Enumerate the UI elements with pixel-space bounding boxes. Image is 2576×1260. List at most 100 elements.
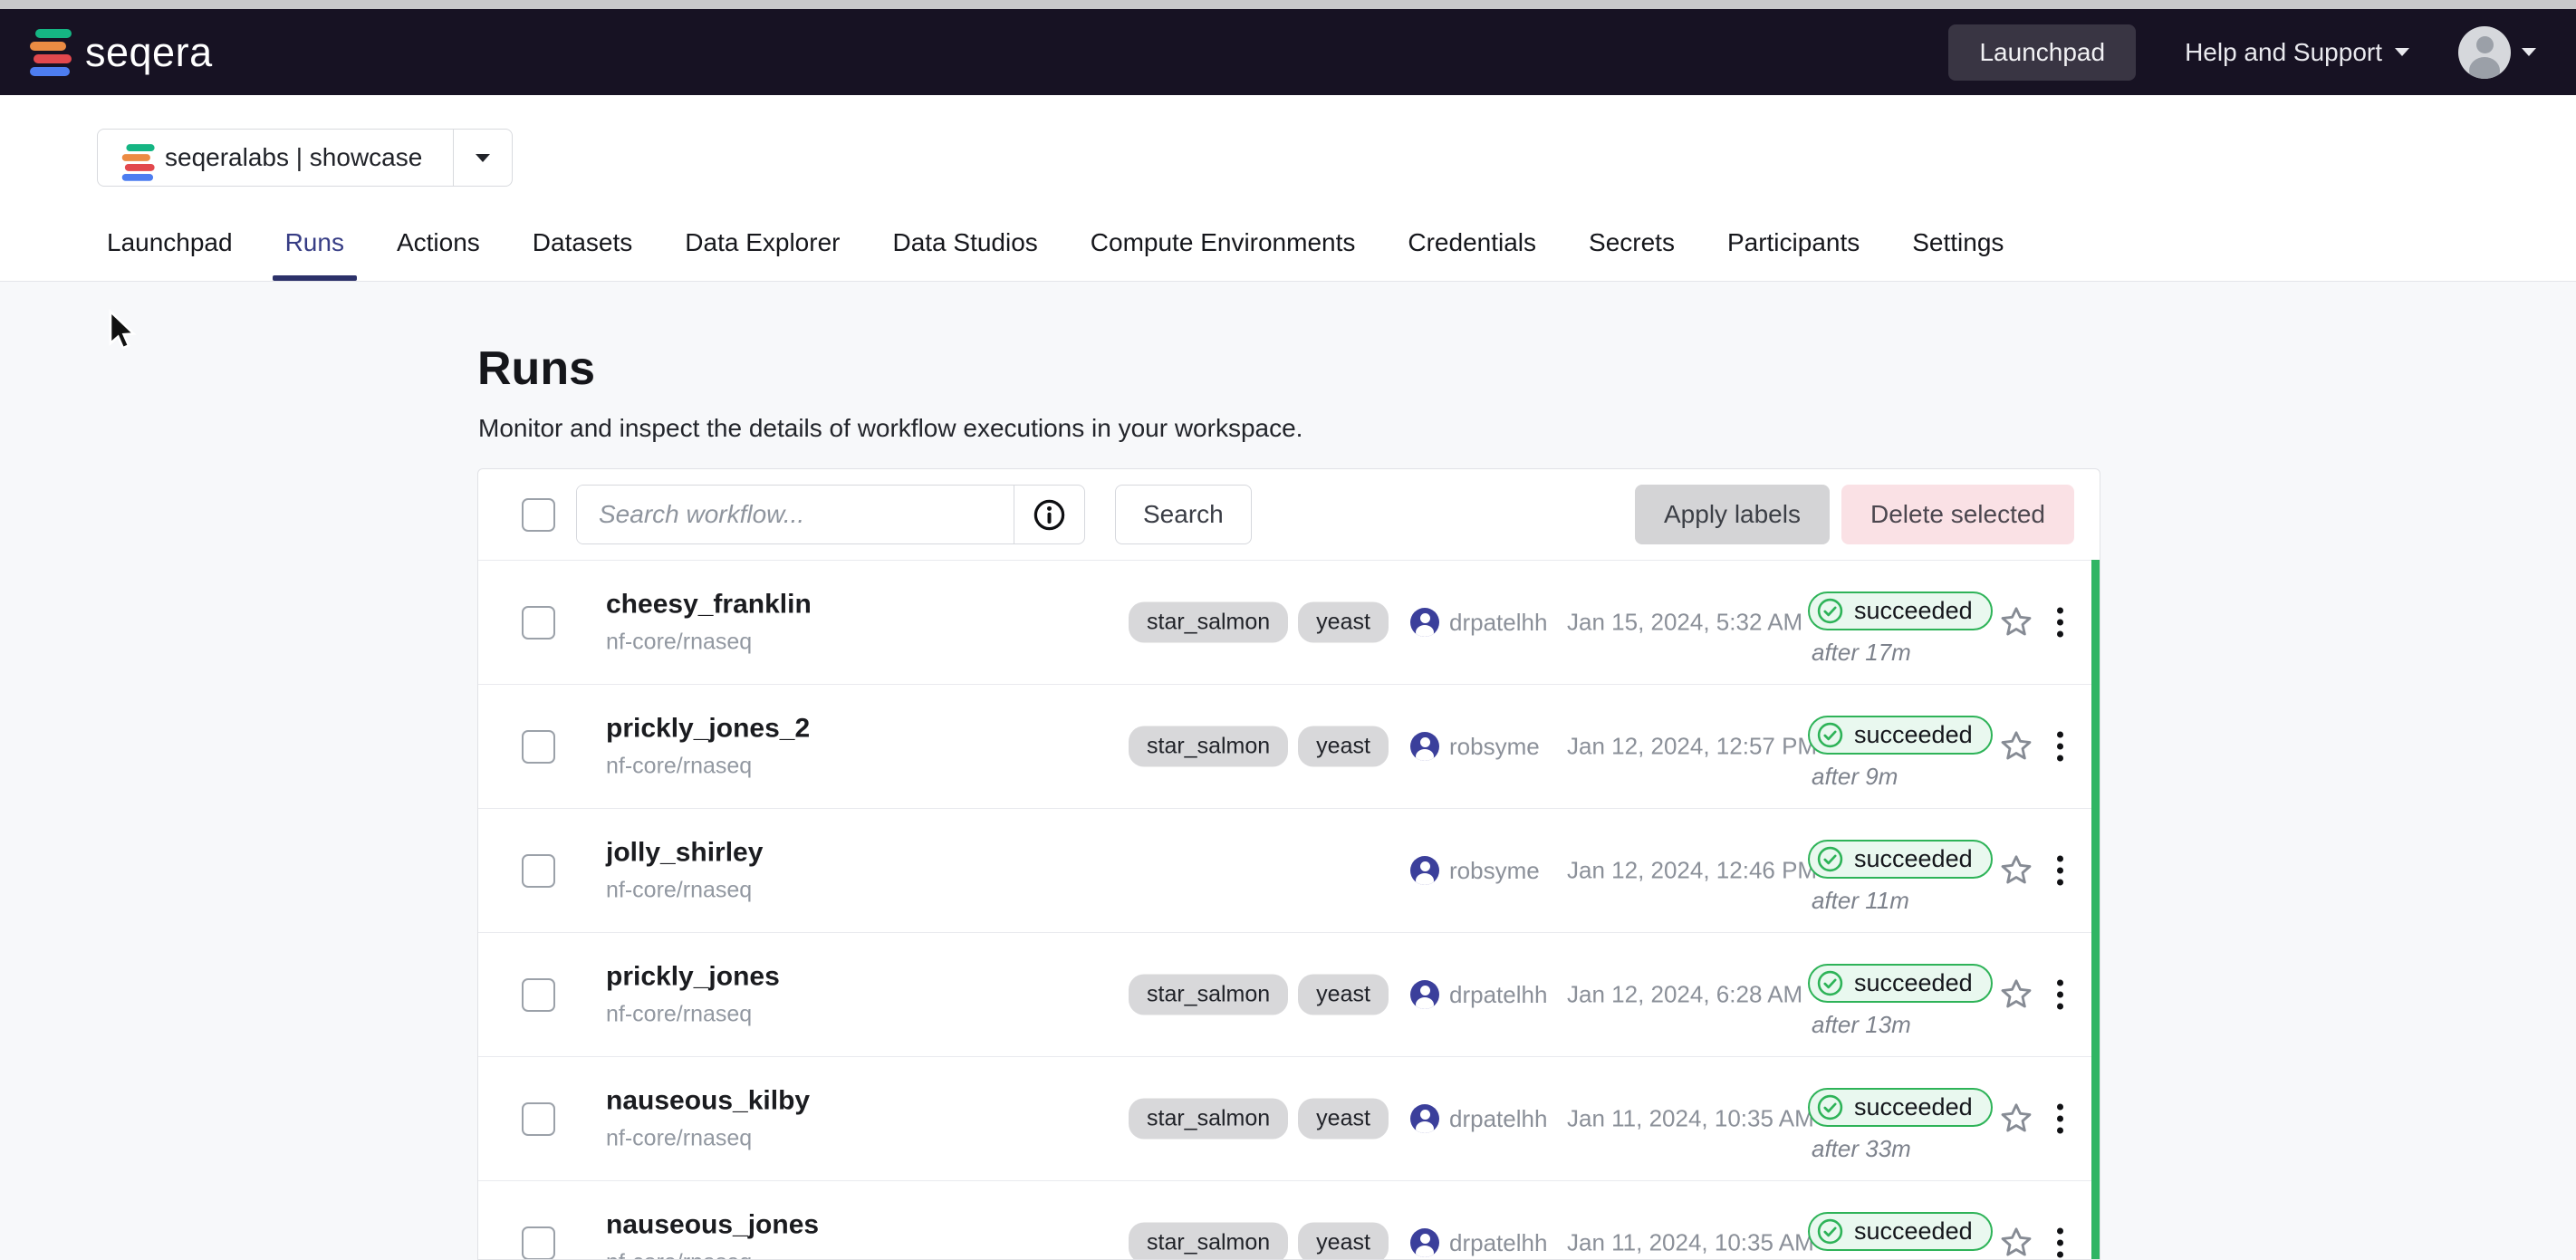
page-subtitle: Monitor and inspect the details of workf…	[478, 414, 1302, 443]
brand[interactable]: seqera	[29, 27, 213, 78]
run-name-block: jolly_shirley nf-core/rnaseq	[606, 838, 763, 904]
star-icon	[1998, 976, 2034, 1013]
delete-selected-button[interactable]: Delete selected	[1841, 485, 2074, 544]
run-pipeline: nf-core/rnaseq	[606, 1126, 810, 1152]
mouse-cursor	[101, 309, 145, 357]
run-name[interactable]: prickly_jones	[606, 962, 780, 993]
status-label: succeeded	[1854, 597, 1973, 625]
row-checkbox[interactable]	[522, 1226, 555, 1260]
star-button[interactable]	[1998, 604, 2034, 640]
run-row[interactable]: jolly_shirley nf-core/rnaseq robsyme Jan…	[478, 808, 2100, 932]
run-status-block: succeeded after 9m	[1808, 716, 1993, 791]
row-checkbox[interactable]	[522, 606, 555, 640]
run-name-block: nauseous_kilby nf-core/rnaseq	[606, 1086, 810, 1152]
status-duration: after 17m	[1808, 639, 1993, 667]
workspace-name: seqeralabs | showcase	[165, 143, 422, 172]
tabs: Launchpad Runs Actions Datasets Data Explore…	[107, 228, 2004, 281]
search-button[interactable]: Search	[1115, 485, 1252, 544]
user-name: drpatelhh	[1449, 609, 1547, 637]
user-icon	[1410, 732, 1439, 761]
page-title: Runs	[477, 341, 595, 396]
run-date: Jan 12, 2024, 12:46 PM	[1567, 857, 1817, 885]
row-menu-button[interactable]	[2052, 1223, 2069, 1260]
seqera-logo-icon	[29, 27, 72, 78]
search-input-group	[576, 485, 1085, 544]
run-labels: star_salmonyeast	[1129, 602, 1389, 643]
label-pill: star_salmon	[1129, 1099, 1288, 1140]
search-info-button[interactable]	[1014, 486, 1084, 543]
tab-compute-environments[interactable]: Compute Environments	[1091, 228, 1356, 281]
tab-data-studios[interactable]: Data Studios	[892, 228, 1037, 281]
avatar[interactable]	[2458, 26, 2511, 79]
tab-runs[interactable]: Runs	[285, 228, 344, 281]
star-button[interactable]	[1998, 852, 2034, 889]
row-menu-button[interactable]	[2052, 851, 2069, 891]
main-content: Runs Monitor and inspect the details of …	[0, 282, 2576, 1259]
row-menu-button[interactable]	[2052, 975, 2069, 1015]
star-button[interactable]	[1998, 976, 2034, 1013]
run-name-block: nauseous_jones nf-core/rnaseq	[606, 1210, 819, 1260]
tab-launchpad[interactable]: Launchpad	[107, 228, 233, 281]
check-circle-icon	[1816, 969, 1844, 997]
tab-participants[interactable]: Participants	[1727, 228, 1860, 281]
row-menu-button[interactable]	[2052, 1099, 2069, 1140]
subheader: seqeralabs | showcase Launchpad Runs Actio…	[0, 95, 2576, 282]
select-all-checkbox[interactable]	[522, 498, 555, 532]
user-menu[interactable]	[2458, 26, 2536, 79]
tab-settings[interactable]: Settings	[1912, 228, 2004, 281]
row-checkbox[interactable]	[522, 978, 555, 1012]
search-input[interactable]	[577, 486, 1014, 543]
check-circle-icon	[1816, 721, 1844, 749]
workspace-dropdown-toggle[interactable]	[454, 130, 512, 186]
launchpad-button[interactable]: Launchpad	[1948, 24, 2136, 81]
tab-actions[interactable]: Actions	[397, 228, 480, 281]
run-row[interactable]: nauseous_jones nf-core/rnaseq star_salmo…	[478, 1180, 2100, 1260]
run-name[interactable]: prickly_jones_2	[606, 714, 810, 745]
star-button[interactable]	[1998, 1101, 2034, 1137]
status-duration: after 11m	[1808, 887, 1993, 915]
star-icon	[1998, 728, 2034, 765]
status-label: succeeded	[1854, 1093, 1973, 1121]
row-checkbox[interactable]	[522, 730, 555, 764]
run-name-block: prickly_jones_2 nf-core/rnaseq	[606, 714, 810, 780]
status-duration: after 9m	[1808, 763, 1993, 791]
tab-secrets[interactable]: Secrets	[1589, 228, 1675, 281]
user-name: drpatelhh	[1449, 981, 1547, 1009]
help-and-support-menu[interactable]: Help and Support	[2185, 38, 2409, 67]
row-checkbox[interactable]	[522, 1102, 555, 1136]
run-name[interactable]: cheesy_franklin	[606, 590, 812, 620]
user-name: robsyme	[1449, 733, 1540, 761]
run-status-block: succeeded after 3m	[1808, 1212, 1993, 1260]
apply-labels-button[interactable]: Apply labels	[1635, 485, 1830, 544]
run-row[interactable]: prickly_jones_2 nf-core/rnaseq star_salm…	[478, 684, 2100, 808]
run-status-block: succeeded after 11m	[1808, 840, 1993, 915]
star-button[interactable]	[1998, 728, 2034, 765]
run-row[interactable]: cheesy_franklin nf-core/rnaseq star_salm…	[478, 560, 2100, 684]
status-label: succeeded	[1854, 1217, 1973, 1246]
run-user: drpatelhh	[1410, 1228, 1547, 1257]
tab-datasets[interactable]: Datasets	[533, 228, 633, 281]
brand-text: seqera	[85, 29, 213, 76]
run-date: Jan 15, 2024, 5:32 AM	[1567, 609, 1802, 637]
label-pill: star_salmon	[1129, 975, 1288, 1015]
row-menu-button[interactable]	[2052, 602, 2069, 643]
tab-credentials[interactable]: Credentials	[1408, 228, 1536, 281]
star-button[interactable]	[1998, 1225, 2034, 1260]
check-circle-icon	[1816, 1093, 1844, 1121]
runs-card: Search Apply labels Delete selected chee…	[477, 468, 2100, 1260]
check-circle-icon	[1816, 845, 1844, 873]
run-name[interactable]: nauseous_jones	[606, 1210, 819, 1241]
run-name[interactable]: nauseous_kilby	[606, 1086, 810, 1117]
star-icon	[1998, 604, 2034, 640]
run-row[interactable]: nauseous_kilby nf-core/rnaseq star_salmo…	[478, 1056, 2100, 1180]
run-row[interactable]: prickly_jones nf-core/rnaseq star_salmon…	[478, 932, 2100, 1056]
run-user: drpatelhh	[1410, 1104, 1547, 1133]
row-menu-button[interactable]	[2052, 726, 2069, 767]
workspace-selector[interactable]: seqeralabs | showcase	[97, 129, 513, 187]
chevron-down-icon	[2395, 48, 2409, 56]
run-name[interactable]: jolly_shirley	[606, 838, 763, 869]
row-checkbox[interactable]	[522, 854, 555, 888]
run-user: drpatelhh	[1410, 980, 1547, 1009]
tab-data-explorer[interactable]: Data Explorer	[685, 228, 840, 281]
chevron-down-icon	[2522, 48, 2536, 56]
